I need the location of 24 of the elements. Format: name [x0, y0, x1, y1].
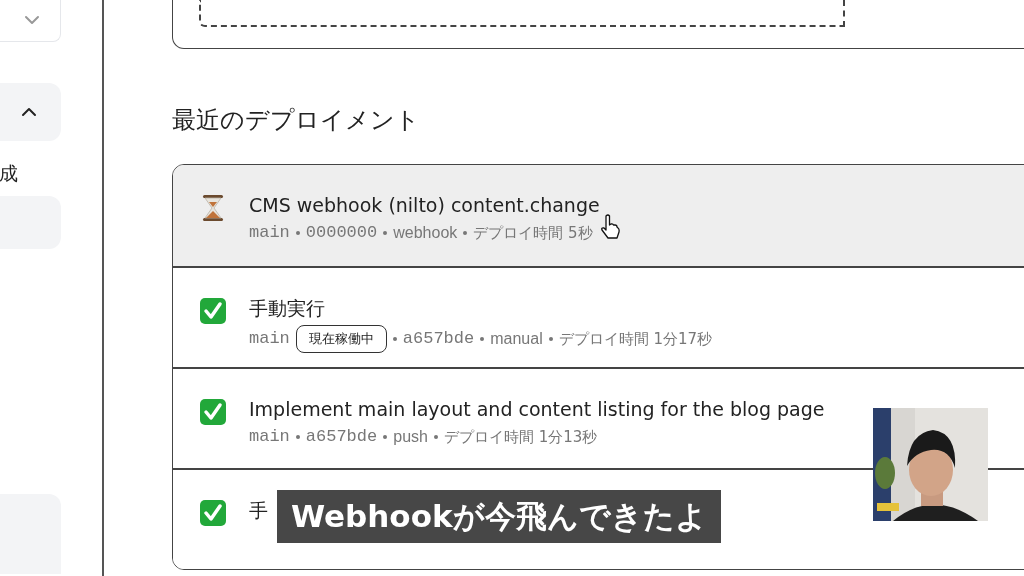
trigger-type: webhook: [393, 223, 458, 243]
commit-hash: 0000000: [305, 222, 378, 244]
pointer-cursor-icon: [600, 214, 620, 240]
deploy-duration: デプロイ時間 1分17秒: [558, 329, 713, 350]
deployment-title: 手: [249, 498, 268, 522]
deployment-title: CMS webhook (nilto) content.change: [249, 193, 600, 217]
dropdown[interactable]: [0, 0, 61, 42]
trigger-type: push: [393, 427, 428, 447]
trigger-type: manual: [490, 329, 543, 349]
deploy-duration: デプロイ時間 5秒: [473, 223, 593, 244]
sidebar-section[interactable]: [0, 83, 61, 141]
sidebar-label: 成: [0, 161, 18, 185]
deploy-duration: デプロイ時間 1分13秒: [443, 427, 598, 448]
subtitle: Webhookが今飛んできたよ: [277, 490, 721, 543]
branch-name: main: [249, 328, 290, 350]
deployment-title: Implement main layout and content listing for the blog page: [249, 397, 825, 421]
deployment-row[interactable]: CMS webhook (nilto) content.change main 0000000 webhook デプロイ時間 5秒: [173, 165, 1024, 266]
branch-name: main: [249, 426, 290, 448]
branch-name: main: [249, 222, 290, 244]
section-heading: 最近のデプロイメント: [172, 105, 420, 136]
deployment-title: 手動実行: [249, 296, 325, 320]
commit-hash: a657bde: [402, 328, 475, 350]
commit-hash: a657bde: [305, 426, 378, 448]
status-badge: 現在稼働中: [295, 325, 387, 353]
